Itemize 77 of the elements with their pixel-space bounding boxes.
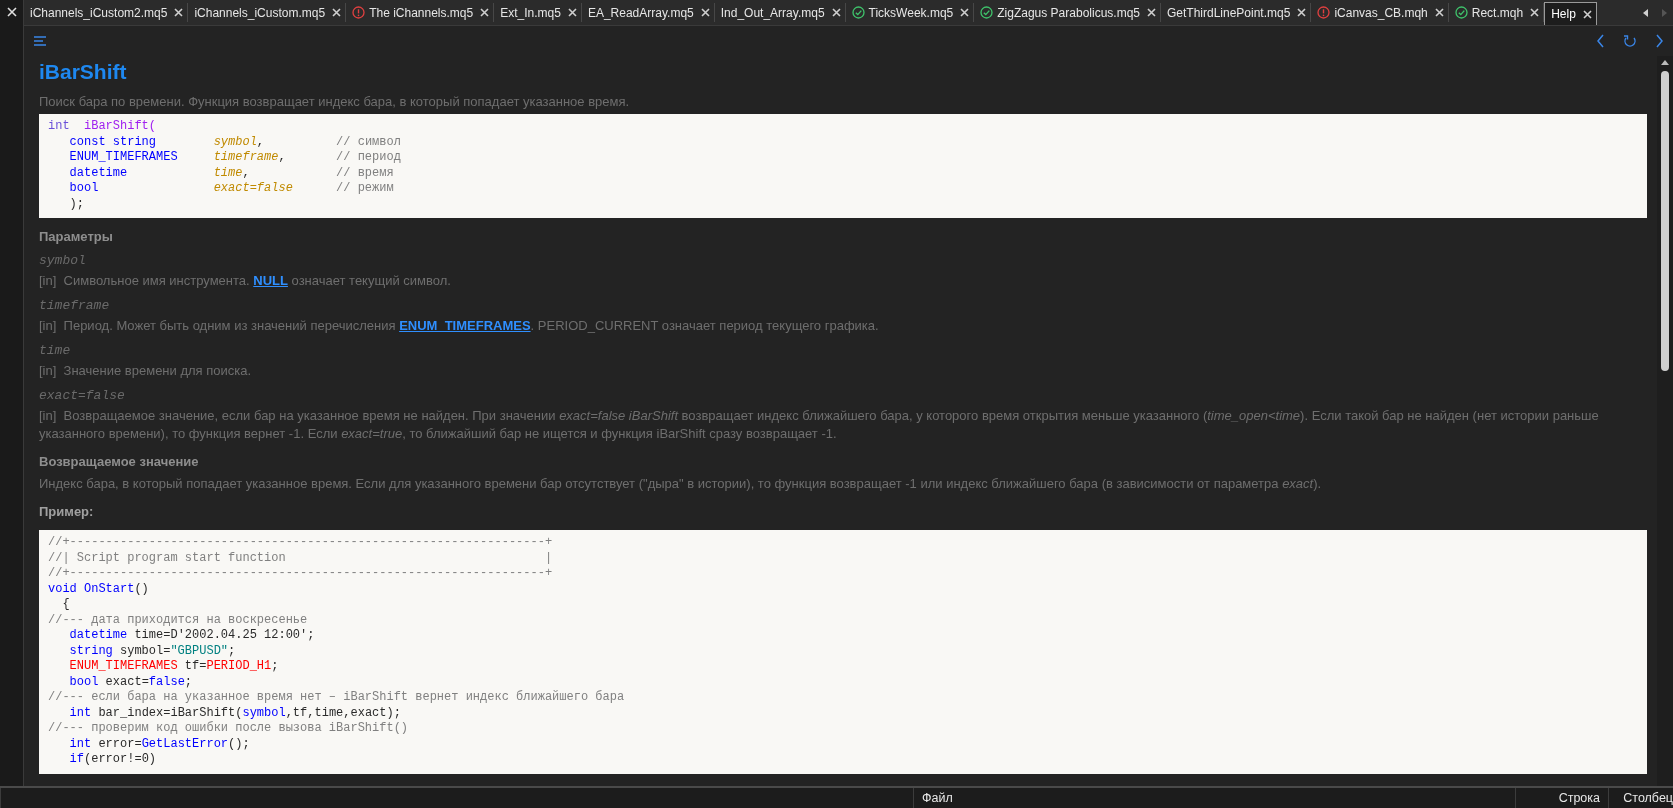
description: Поиск бара по времени. Функция возвращает индекс бара, в который попадает указанное время.	[39, 94, 631, 110]
code-line: int iBarShift(	[48, 119, 157, 135]
code-line: const string symbol, // символ	[68, 134, 401, 150]
close-icon[interactable]	[1530, 8, 1540, 17]
code-line: int error=GetLastError();	[68, 736, 250, 752]
code-line: //--- проверим код ошибки после вызова iBarShift()	[48, 721, 409, 737]
page-title: iBarShift	[39, 59, 128, 85]
return-description: Индекс бара, в который попадает указанное время. Если для указанного времени бар отсутствует ("дыра" в истории), то функция возвращает -1 или индекс ближайшего бара (в зависимости от параметра exact).	[39, 475, 1323, 493]
close-icon[interactable]	[1582, 9, 1592, 19]
tab[interactable]: iCanvas_CB.mqh	[1311, 3, 1449, 22]
code-line: ENUM_TIMEFRAMES timeframe, // период	[68, 150, 401, 166]
error-icon	[1317, 6, 1331, 19]
parameter-description: [in] Возвращаемое значение, если бар на указанное время не найден. При значении exact=false iBarShift возвращает индекс ближайшего бара, у которого время открытия меньше указанного (time_open<time). Если такой бар не найден (нет истории раньше указанного времени), то функция вернет -1. Если exact=true, то ближайший бар не ищется и функция iBarShift сразу возвращает -1.	[39, 407, 1600, 443]
scroll-left-icon[interactable]	[1643, 8, 1648, 17]
close-icon[interactable]	[1297, 8, 1307, 17]
tab[interactable]: Help	[1544, 2, 1597, 25]
tab[interactable]: TicksWeek.mq5	[845, 3, 975, 22]
tab[interactable]: GetThirdLinePoint.mq5	[1161, 3, 1312, 22]
code-line: //+------------------------------------------------------------------+	[48, 535, 553, 551]
forward-icon[interactable]	[1655, 34, 1665, 48]
code-line: int bar_index=iBarShift(symbol,tf,time,exact);	[68, 705, 401, 721]
close-icon[interactable]	[174, 8, 184, 17]
tab[interactable]: ZigZagus Parabolicus.mq5	[974, 3, 1161, 22]
close-icon[interactable]	[700, 8, 710, 17]
close-icon[interactable]	[332, 8, 342, 17]
close-icon[interactable]	[480, 8, 490, 17]
tab[interactable]: EA_ReadArray.mq5	[581, 3, 715, 22]
close-icon[interactable]	[831, 8, 841, 17]
code-line: bool exact=false;	[68, 674, 193, 690]
section-heading: Параметры	[39, 229, 114, 245]
scroll-up-icon[interactable]	[1661, 60, 1669, 65]
code-line: datetime time, // время	[68, 165, 394, 181]
close-icon[interactable]	[567, 8, 577, 17]
parameter-name: exact=false	[39, 388, 125, 403]
section-heading: Пример:	[39, 504, 95, 520]
close-icon[interactable]	[1147, 8, 1156, 17]
parameter-description: [in] Значение времени для поиска.	[39, 362, 253, 380]
close-icon[interactable]	[1434, 8, 1444, 17]
code-line: if(error!=0)	[68, 752, 157, 768]
code-line: //--- если бара на указанное время нет – iBarShift вернет индекс ближайшего бара	[48, 690, 625, 706]
code-line: string symbol="GBPUSD";	[68, 643, 236, 659]
check-circle-icon	[1454, 6, 1468, 19]
code-line: //| Script program start function |	[48, 550, 553, 566]
code-line: //--- дата приходится на воскресенье	[48, 612, 308, 628]
code-line: {	[61, 597, 70, 613]
tab[interactable]: iChannels_iCustom.mq5	[188, 3, 347, 22]
tab[interactable]: The iChannels.mq5	[346, 3, 495, 22]
parameter-description: [in] Символьное имя инструмента. NULL означает текущий символ.	[39, 272, 452, 290]
check-circle-icon	[851, 6, 865, 19]
code-line: datetime time=D'2002.04.25 12:00';	[68, 628, 315, 644]
scrollbar-thumb[interactable]	[1661, 71, 1669, 371]
parameter-name: timeframe	[39, 298, 110, 313]
tab[interactable]: Ext_In.mq5	[494, 3, 582, 22]
section-heading: Возвращаемое значение	[39, 454, 200, 470]
parameter-description: [in] Период. Может быть одним из значений перечисления ENUM_TIMEFRAMES. PERIOD_CURRENT означает период текущего графика.	[39, 317, 880, 335]
check-circle-icon	[980, 6, 994, 19]
parameter-name: symbol	[39, 253, 86, 268]
code-line: //+------------------------------------------------------------------+	[48, 566, 553, 582]
parameter-name: time	[39, 343, 71, 358]
link[interactable]: ENUM_TIMEFRAMES	[399, 318, 531, 333]
close-icon[interactable]	[960, 8, 970, 17]
scrollbar[interactable]	[1657, 56, 1673, 786]
tab[interactable]: iChannels_iCustom2.mq5	[24, 3, 189, 22]
status-column: Столбец	[1608, 788, 1673, 808]
status-line: Строка	[1515, 788, 1608, 808]
link[interactable]: NULL	[253, 273, 288, 288]
code-line: bool exact=false // режим	[68, 181, 394, 197]
code-line: void OnStart()	[48, 581, 149, 597]
code-line: );	[68, 196, 84, 212]
menu-icon[interactable]	[34, 36, 46, 46]
tab[interactable]: Ind_Out_Array.mq5	[714, 3, 846, 22]
status-file: Файл	[913, 788, 1515, 808]
back-icon[interactable]	[1595, 34, 1605, 48]
close-icon[interactable]	[5, 6, 18, 18]
refresh-icon[interactable]	[1623, 34, 1637, 48]
code-line: ENUM_TIMEFRAMES tf=PERIOD_H1;	[68, 659, 279, 675]
error-icon	[352, 6, 366, 19]
